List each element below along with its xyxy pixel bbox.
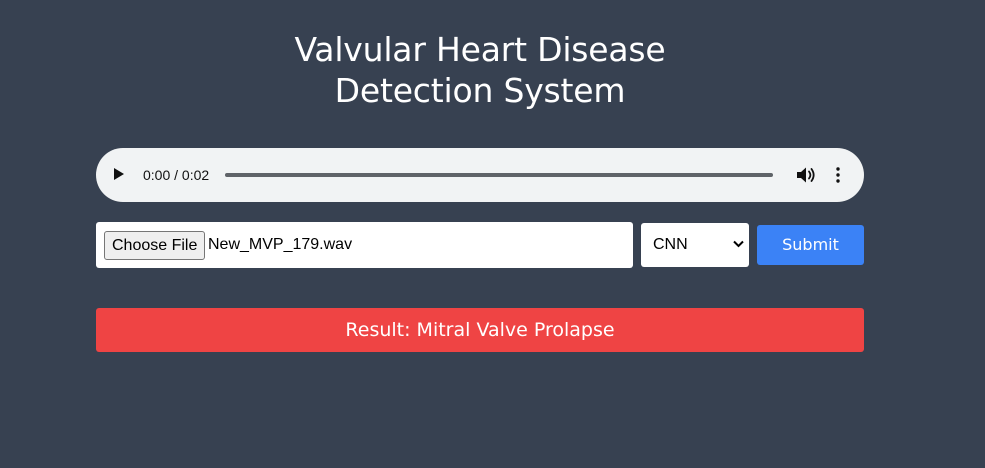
choose-file-button[interactable]: Choose File [104,231,206,260]
model-select[interactable]: CNN [641,223,749,267]
page-title-line-1: Valvular Heart Disease [294,30,666,69]
audio-player: 0:00 / 0:02 [96,148,864,202]
play-icon[interactable] [114,168,124,180]
audio-progress-bar[interactable] [225,173,773,177]
more-options-icon[interactable] [832,166,844,184]
page-title: Valvular Heart Disease Detection System [0,29,960,111]
chevron-down-icon [733,240,744,248]
volume-icon[interactable] [796,166,816,184]
submit-button[interactable]: Submit [757,225,864,265]
file-input: Choose File New_MVP_179.wav [96,222,633,268]
page-title-line-2: Detection System [334,71,626,110]
selected-file-name: New_MVP_179.wav [208,236,353,253]
result-banner: Result: Mitral Valve Prolapse [96,308,864,352]
model-select-value: CNN [653,236,688,253]
audio-time-display: 0:00 / 0:02 [143,167,210,183]
